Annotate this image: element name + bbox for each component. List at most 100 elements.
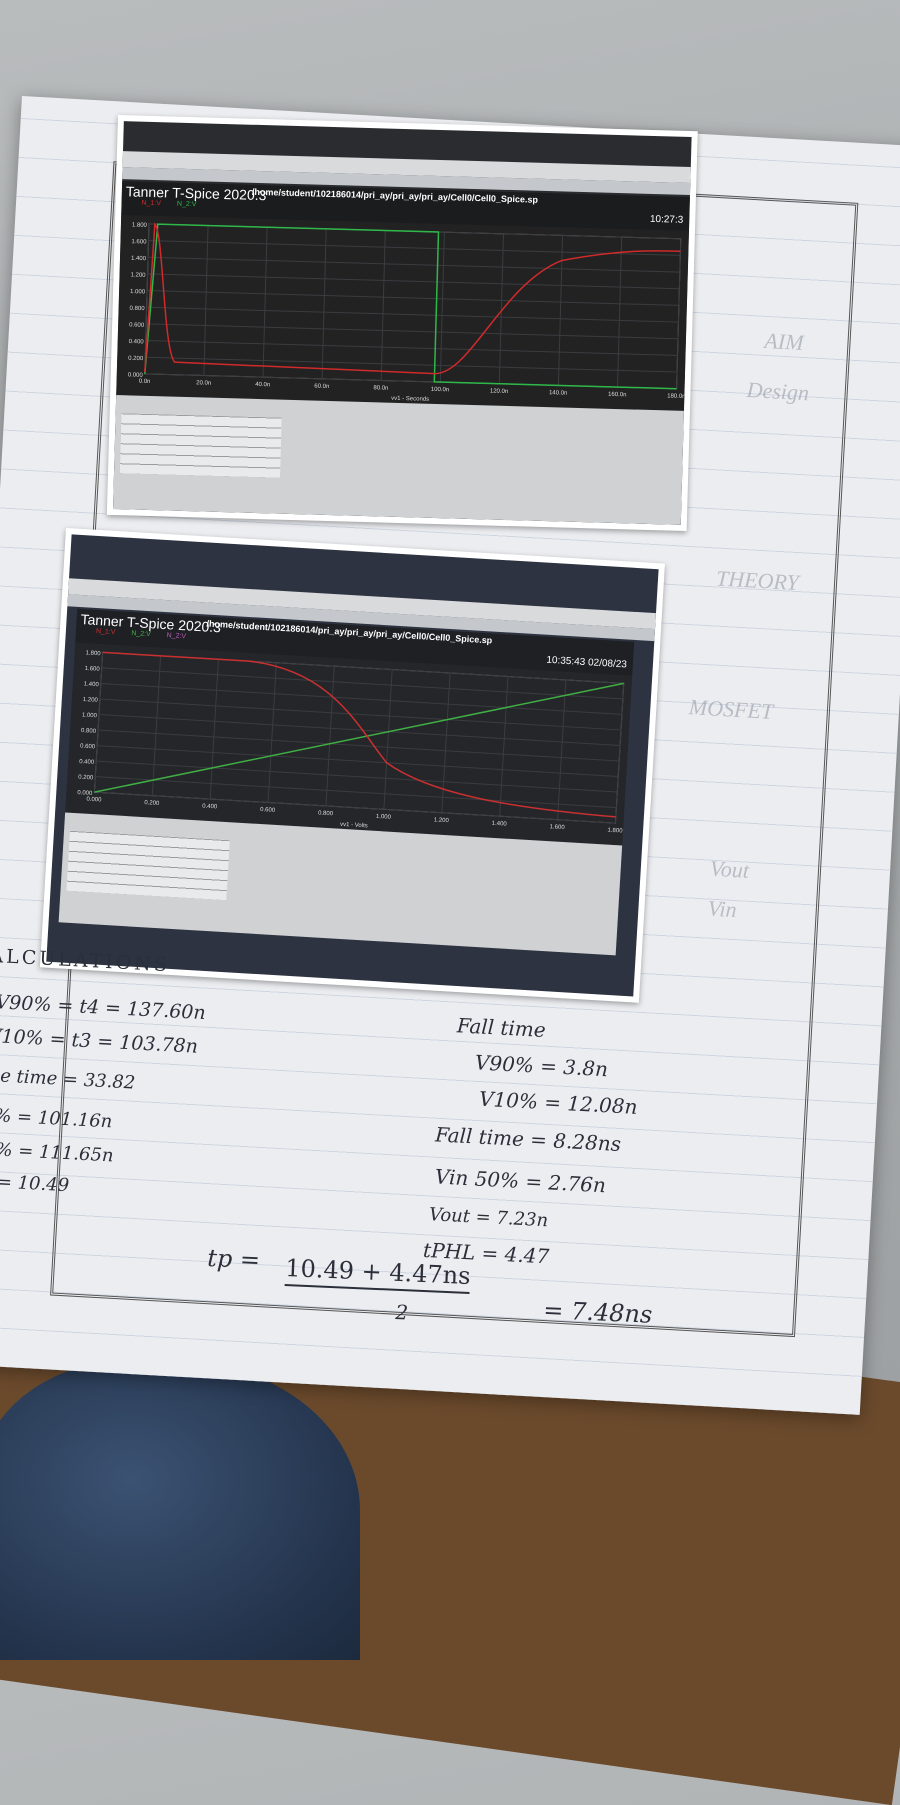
results-panel bbox=[112, 395, 684, 525]
photo-dc-transfer: Tanner T-Spice 2020.3 /home/student/1021… bbox=[39, 528, 665, 1003]
grid-line bbox=[151, 655, 162, 796]
grid-line bbox=[676, 238, 682, 389]
grid-line bbox=[147, 273, 680, 290]
y-tick-label: 1.600 bbox=[131, 239, 147, 245]
grid-line bbox=[99, 698, 622, 731]
grid-line bbox=[616, 237, 623, 388]
y-tick-label: 1.800 bbox=[85, 650, 101, 657]
y-tick-label: 1.800 bbox=[132, 222, 148, 228]
grid-line bbox=[380, 230, 386, 381]
y-tick-label: 1.600 bbox=[84, 666, 100, 673]
ghost-text: Design bbox=[746, 376, 810, 406]
grid-line bbox=[614, 683, 625, 824]
grid-line bbox=[557, 679, 567, 820]
grid-line bbox=[98, 729, 620, 762]
grid-line bbox=[95, 776, 617, 809]
y-tick-label: 0.200 bbox=[128, 356, 144, 362]
y-tick-label: 1.000 bbox=[130, 289, 146, 295]
x-tick-label: 140.0n bbox=[549, 390, 568, 397]
ghost-text: Vin bbox=[707, 895, 738, 923]
x-tick-label: 1.000 bbox=[376, 814, 392, 821]
timestamp: 10:27:3 bbox=[649, 213, 684, 226]
grid-line bbox=[209, 659, 219, 800]
legend-n2: N_2:V bbox=[131, 630, 151, 639]
tp-result: = 7.48ns bbox=[542, 1296, 653, 1329]
grid-line bbox=[93, 652, 104, 793]
x-tick-label: 20.0n bbox=[196, 380, 211, 386]
ghost-text: Vout bbox=[709, 855, 750, 883]
tp-prefix: tp = bbox=[206, 1244, 261, 1275]
y-tick-label: 0.200 bbox=[78, 775, 94, 782]
plot-area: 1.800 1.600 1.400 1.200 1.000 0.800 0.600 0.400… bbox=[65, 642, 633, 846]
ghost-text: THEORY bbox=[715, 565, 800, 596]
grid-line bbox=[383, 669, 393, 810]
x-tick-label: 0.000 bbox=[86, 797, 102, 804]
y-tick-label: 0.600 bbox=[129, 322, 145, 328]
y-tick-label: 1.200 bbox=[83, 697, 99, 704]
grid-line bbox=[148, 240, 681, 256]
grid-line bbox=[145, 340, 678, 356]
grid-line bbox=[146, 323, 678, 340]
y-tick-label: 0.400 bbox=[129, 339, 145, 345]
calculations: CALCULATIONS V90% = t4 = 137.60n V10% = … bbox=[0, 0, 899, 1269]
x-tick-label: 120.0n bbox=[490, 388, 509, 395]
grid-line bbox=[441, 673, 451, 813]
x-tick-label: 1.400 bbox=[492, 821, 508, 828]
x-tick-label: 0.0n bbox=[139, 379, 151, 385]
grid-line bbox=[147, 290, 679, 306]
x-tick-label: 180.0n bbox=[667, 393, 686, 400]
x-tick-label: 160.0n bbox=[608, 392, 627, 399]
y-tick-label: 1.400 bbox=[131, 256, 147, 262]
results-table bbox=[66, 830, 230, 901]
y-tick-label: 1.400 bbox=[84, 681, 100, 688]
ghost-text: MOSFET bbox=[688, 694, 774, 724]
x-axis-label: vv1 - Seconds bbox=[391, 396, 429, 403]
grid-line bbox=[499, 676, 509, 817]
waveform-chart: 1.800 1.600 1.400 1.200 1.000 0.800 0.600 0.400… bbox=[128, 222, 686, 403]
grid-line bbox=[267, 662, 277, 803]
grid-line bbox=[321, 228, 327, 379]
timestamp: 10:35:43 02/08/23 bbox=[546, 654, 628, 671]
legend-n2: N_2:V bbox=[176, 200, 197, 209]
grid-line bbox=[148, 256, 680, 273]
x-tick-label: 0.400 bbox=[202, 804, 218, 811]
x-tick-label: 0.200 bbox=[144, 800, 160, 807]
y-tick-label: 0.400 bbox=[79, 759, 95, 766]
x-tick-label: 60.0n bbox=[314, 384, 329, 390]
grid-line bbox=[100, 682, 622, 715]
n2-trace bbox=[94, 682, 624, 793]
screen: Tanner T-Spice 2020.3 /home/student/1021… bbox=[46, 534, 659, 997]
screen: Tanner T-Spice 2020.3 /home/student/1021… bbox=[112, 121, 692, 525]
grid-line bbox=[101, 667, 623, 700]
x-tick-label: 40.0n bbox=[255, 382, 270, 388]
fall-time-title: Fall time bbox=[456, 1013, 547, 1042]
ghost-text: AIM bbox=[763, 327, 805, 355]
legend: N_1:V N_2:V bbox=[141, 200, 210, 209]
grid-line bbox=[146, 306, 679, 323]
tp-denominator: 2 bbox=[394, 1300, 409, 1325]
grid-line bbox=[439, 232, 445, 383]
plot-area: 1.800 1.600 1.400 1.200 1.000 0.800 0.600 0.400… bbox=[116, 215, 689, 411]
y-tick-label: 1.000 bbox=[82, 713, 98, 720]
grid-line bbox=[96, 760, 618, 793]
grid-line bbox=[557, 235, 564, 386]
results-table bbox=[119, 413, 282, 478]
x-tick-label: 1.600 bbox=[549, 824, 565, 831]
x-tick-label: 80.0n bbox=[373, 385, 388, 391]
legend-n1: N_1:V bbox=[95, 627, 116, 637]
x-tick-label: 100.0n bbox=[431, 387, 450, 394]
legend-n1: N_1:V bbox=[141, 199, 162, 208]
grid-line bbox=[203, 225, 209, 376]
y-tick-label: 0.800 bbox=[81, 728, 97, 735]
grid-line bbox=[97, 745, 619, 778]
y-tick-label: 0.600 bbox=[80, 744, 96, 751]
y-tick-label: 1.200 bbox=[130, 272, 146, 278]
x-tick-label: 1.800 bbox=[607, 828, 623, 835]
legend-n2b: N_2:V bbox=[166, 632, 187, 641]
knee bbox=[0, 1360, 360, 1660]
y-tick-label: 0.800 bbox=[129, 306, 145, 312]
x-tick-label: 1.200 bbox=[434, 817, 450, 824]
grid-line bbox=[98, 714, 621, 746]
vtc-chart: 1.800 1.600 1.400 1.200 1.000 0.800 0.600 0.400… bbox=[77, 650, 625, 835]
grid-line bbox=[262, 227, 268, 378]
